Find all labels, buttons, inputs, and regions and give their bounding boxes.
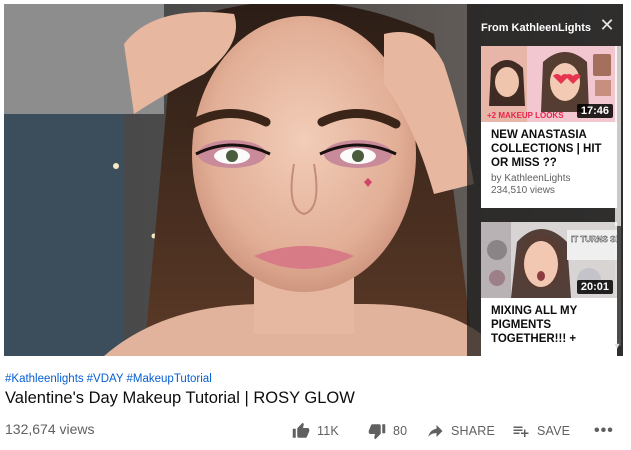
playlist-add-icon [513, 426, 529, 437]
hashtag-link[interactable]: #VDAY [87, 373, 124, 385]
suggested-video-card[interactable]: +2 MAKEUP LOOKS 17:46 NEW ANASTASIA COLL… [481, 46, 617, 208]
video-player[interactable]: From KathleenLights ✕ +2 MAKEUP LOOKS 17… [4, 4, 623, 356]
view-count: 132,674 views [5, 421, 95, 437]
video-thumbnail[interactable]: +2 MAKEUP LOOKS 17:46 [481, 46, 617, 122]
save-label: SAVE [537, 424, 571, 438]
chevron-down-icon[interactable]: ▾ [612, 342, 622, 352]
close-icon[interactable]: ✕ [599, 16, 615, 34]
end-screen-scrollbar[interactable] [615, 46, 621, 346]
hashtag-link[interactable]: #MakeupTutorial [127, 373, 212, 385]
video-duration: 17:46 [576, 104, 613, 118]
share-label: SHARE [451, 424, 496, 438]
svg-text:+2 MAKEUP LOOKS: +2 MAKEUP LOOKS [487, 111, 564, 120]
video-title: Valentine's Day Makeup Tutorial | ROSY G… [5, 389, 355, 407]
thumbs-up-icon [292, 422, 310, 438]
save-button[interactable]: SAVE [512, 422, 594, 440]
dislike-count: 80 [393, 424, 408, 438]
video-actions-bar: 11K 80 SHARE SAVE ••• [292, 420, 622, 442]
share-arrow-icon [428, 425, 443, 437]
more-horizontal-icon[interactable]: ••• [594, 422, 618, 440]
suggested-video-card[interactable]: IT TURNS SILVER?! 20:01 MIXING ALL MY PI… [481, 222, 617, 356]
thumbs-down-icon [368, 424, 386, 440]
suggested-video-title[interactable]: NEW ANASTASIA COLLECTIONS | HIT OR MISS … [481, 122, 617, 170]
like-count: 11K [317, 424, 339, 438]
end-screen-panel: From KathleenLights ✕ +2 MAKEUP LOOKS 17… [467, 4, 623, 356]
suggested-video-title[interactable]: MIXING ALL MY PIGMENTS TOGETHER!!! + [481, 298, 617, 346]
video-duration: 20:01 [576, 280, 613, 294]
suggested-video-views: 234,510 views [491, 185, 555, 196]
video-thumbnail[interactable]: IT TURNS SILVER?! 20:01 [481, 222, 617, 298]
share-button[interactable]: SHARE [426, 422, 512, 440]
scrollbar-thumb[interactable] [615, 46, 621, 226]
end-screen-heading: From KathleenLights [481, 22, 592, 34]
dislike-button[interactable]: 80 [368, 422, 426, 440]
svg-text:IT TURNS SILVER?!: IT TURNS SILVER?! [571, 235, 617, 244]
hashtag-list: #Kathleenlights #VDAY #MakeupTutorial [5, 373, 215, 385]
hashtag-link[interactable]: #Kathleenlights [5, 373, 84, 385]
like-button[interactable]: 11K [292, 422, 368, 440]
suggested-video-channel: by KathleenLights [491, 173, 571, 184]
